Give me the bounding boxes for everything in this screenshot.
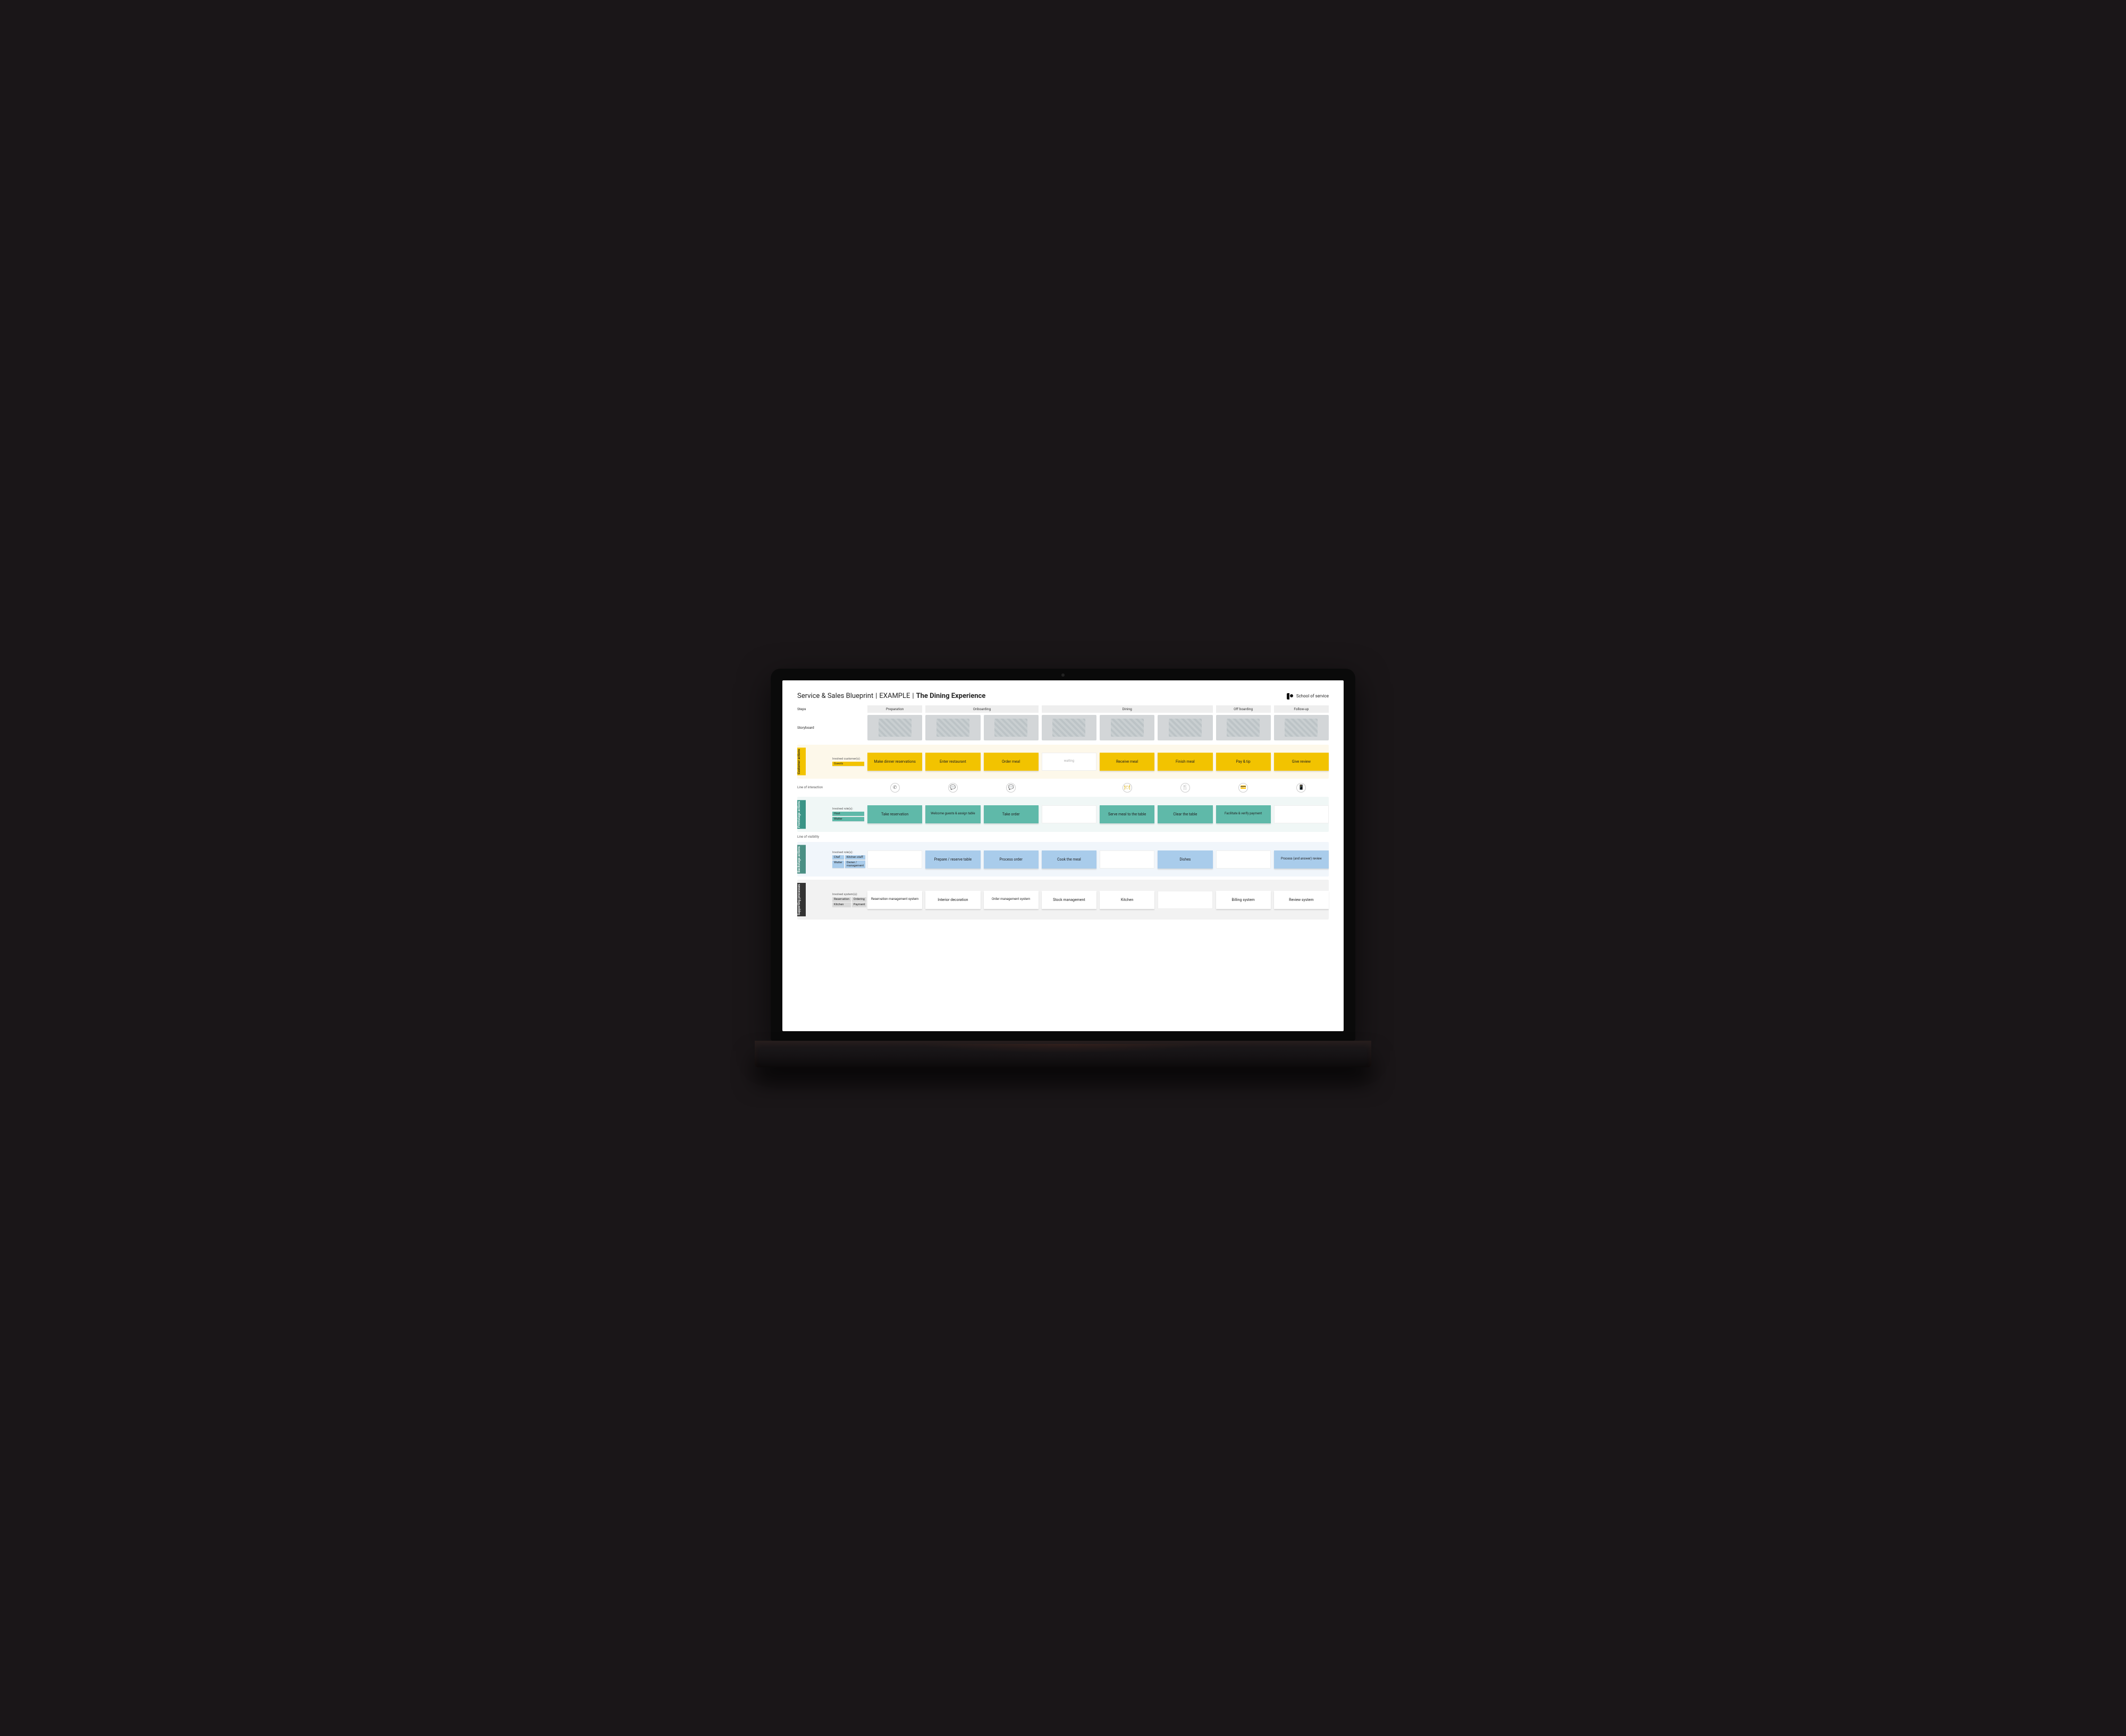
storyboard-tile (867, 715, 922, 740)
customer-action: Give review (1274, 753, 1329, 771)
supporting-process: Kitchen (1100, 891, 1154, 909)
lane-tab-frontstage: Frontstage actions (797, 800, 806, 829)
laptop-keyboard (755, 1041, 1371, 1067)
supporting-process: Order management system (984, 891, 1039, 909)
phase-followup: Follow-up (1274, 705, 1329, 713)
involved-chip: Kitchen (832, 903, 851, 907)
involved-chip: Host (832, 812, 864, 816)
customer-action: Receive meal (1100, 753, 1154, 771)
frontstage-action: Take reservation (867, 805, 922, 823)
document-title: Service & Sales Blueprint | EXAMPLE | Th… (797, 692, 985, 700)
lane-customer: Customer actions Involved customer(s): G… (797, 745, 1329, 779)
document-header: Service & Sales Blueprint | EXAMPLE | Th… (797, 692, 1329, 700)
title-prefix: Service & Sales Blueprint (797, 692, 873, 700)
backstage-action: Process (and answer) review (1274, 850, 1329, 869)
line-of-visibility: Line of visibility (797, 835, 1329, 839)
involved-chip: Owner / management (845, 861, 865, 868)
row-steps: Steps Preparation Onboarding Dining Off … (797, 705, 1329, 713)
row-storyboard: Storyboard (797, 715, 1329, 740)
blueprint-document: Service & Sales Blueprint | EXAMPLE | Th… (782, 680, 1344, 1031)
involved-chip: Payment (852, 903, 867, 907)
storyboard-tile (1042, 715, 1096, 740)
chat-icon: 💬 (1006, 783, 1016, 793)
lane-backstage: Backstage actions Involved role(s): Chef… (797, 842, 1329, 877)
frontstage-action: Welcome guests & assign table (925, 805, 980, 823)
customer-action: Finish meal (1158, 753, 1212, 771)
label-storyboard: Storyboard (797, 726, 829, 730)
supporting-process: Reservation management system (867, 891, 922, 909)
mobile-icon: 📱 (1296, 783, 1306, 793)
involved-roles-back: Involved role(s): Chef Kitchen staff Wai… (832, 851, 864, 868)
supporting-process: Stock management (1042, 891, 1096, 909)
supporting-process: Review system (1274, 891, 1329, 909)
title-scenario: The Dining Experience (916, 692, 986, 700)
cutlery-icon: 🍴 (1180, 783, 1190, 793)
frontstage-action: Clear the table (1158, 805, 1212, 823)
frontstage-empty (1274, 805, 1329, 823)
phone-icon: ✆ (890, 783, 900, 793)
involved-chip: Ordering (852, 897, 867, 901)
customer-action: Pay & tip (1216, 753, 1271, 771)
lane-tab-customer: Customer actions (797, 748, 806, 776)
backstage-action: Prepare / reserve table (925, 850, 980, 869)
storyboard-tile (1274, 715, 1329, 740)
involved-chip: Reservation (832, 897, 851, 901)
backstage-action: Cook the meal (1042, 850, 1096, 869)
blueprint-grid: Steps Preparation Onboarding Dining Off … (797, 705, 1329, 1019)
label-steps: Steps (797, 707, 829, 711)
frontstage-empty (1042, 805, 1096, 823)
supporting-process: Billing system (1216, 891, 1271, 909)
frontstage-action: Take order (984, 805, 1039, 823)
involved-chip: Guests (832, 762, 864, 766)
storyboard-tile (1216, 715, 1271, 740)
involved-chip: Waiter (832, 817, 864, 821)
backstage-empty (867, 850, 922, 869)
camera-icon (1061, 673, 1065, 677)
lane-tab-backstage: Backstage actions (797, 845, 806, 874)
lane-supporting: Supporting processes Involved system(s):… (797, 880, 1329, 920)
laptop-mockup: Service & Sales Blueprint | EXAMPLE | Th… (771, 669, 1355, 1067)
involved-chip: Waiter (832, 861, 844, 868)
involved-customers: Involved customer(s): Guests (832, 757, 864, 766)
storyboard-tile (1158, 715, 1212, 740)
supporting-empty (1158, 891, 1212, 909)
customer-action: Make dinner reservations (867, 753, 922, 771)
supporting-process: Interior decoration (925, 891, 980, 909)
chat-icon: 💬 (948, 783, 958, 793)
plate-icon: 🍽 (1123, 783, 1132, 793)
line-of-interaction: Line of interaction ✆ 💬 💬 🍽 🍴 💳 📱 (797, 783, 1329, 793)
customer-action: Order meal (984, 753, 1039, 771)
customer-action: Enter restaurant (925, 753, 980, 771)
storyboard-tile (1100, 715, 1154, 740)
lane-frontstage: Frontstage actions Involved role(s): Hos… (797, 797, 1329, 832)
involved-systems: Involved system(s): Reservation Ordering… (832, 893, 864, 907)
customer-action-waiting: waiting (1042, 753, 1096, 771)
frontstage-action: Facilitate & verify payment (1216, 805, 1271, 823)
involved-chip: Kitchen staff (845, 855, 865, 859)
storyboard-tile (984, 715, 1039, 740)
lane-tab-supporting: Supporting processes (797, 883, 806, 916)
screen-bezel: Service & Sales Blueprint | EXAMPLE | Th… (771, 669, 1355, 1041)
card-icon: 💳 (1238, 783, 1248, 793)
backstage-action: Dishes (1158, 850, 1212, 869)
involved-roles-front: Involved role(s): Host Waiter (832, 807, 864, 821)
phase-onboarding: Onboarding (925, 705, 1039, 713)
backstage-empty (1100, 850, 1154, 869)
brand-name: School of service (1296, 694, 1329, 698)
phase-preparation: Preparation (867, 705, 922, 713)
involved-chip: Chef (832, 855, 844, 859)
brand-logo-icon (1287, 693, 1293, 700)
phase-dining: Dining (1042, 705, 1213, 713)
storyboard-tile (925, 715, 980, 740)
backstage-action: Process order (984, 850, 1039, 869)
backstage-empty (1216, 850, 1271, 869)
brand: School of service (1287, 693, 1329, 700)
title-mid: EXAMPLE (879, 692, 910, 700)
frontstage-action: Serve meal to the table (1100, 805, 1154, 823)
phase-offboarding: Off boarding (1216, 705, 1271, 713)
